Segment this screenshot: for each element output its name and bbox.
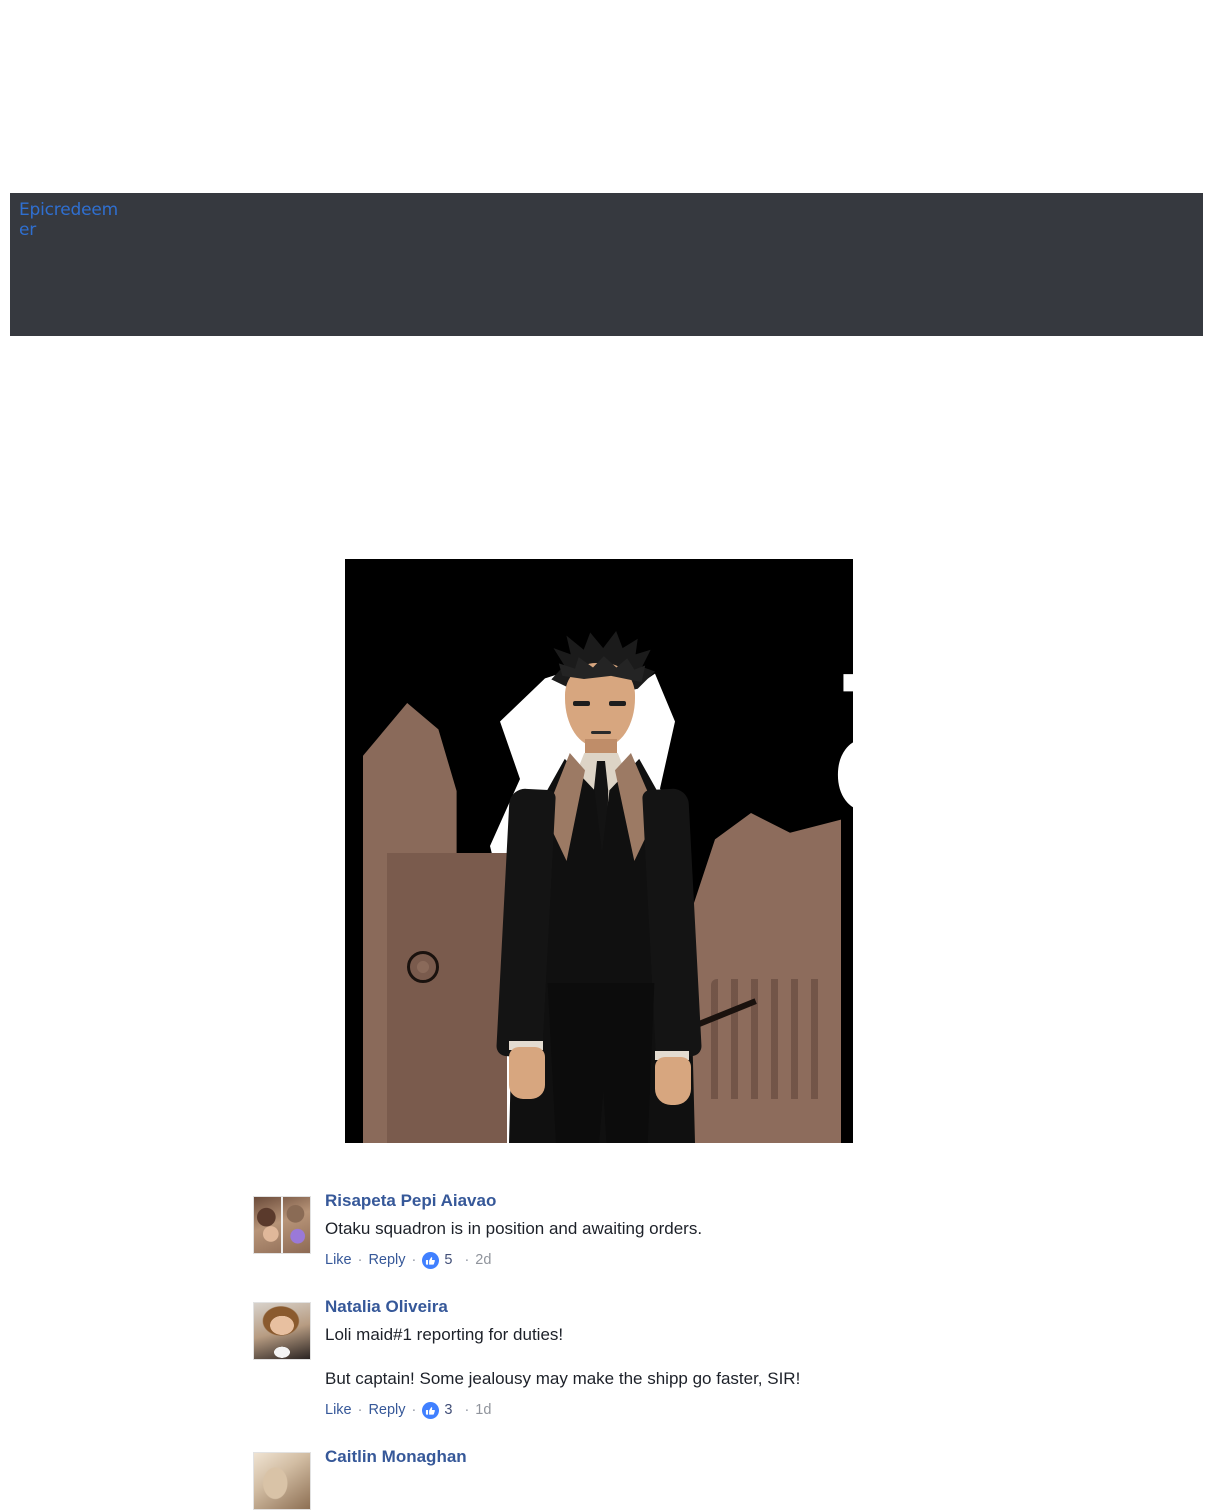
- reply-button[interactable]: Reply: [368, 1400, 405, 1420]
- comment-body-second-line: But captain! Some jealousy may make the …: [325, 1369, 801, 1388]
- avatar[interactable]: [253, 1302, 311, 1360]
- chat-author-name[interactable]: Epicredeemer: [19, 200, 125, 240]
- comment-author-name[interactable]: Risapeta Pepi Aiavao: [325, 1190, 496, 1212]
- comment-actions: Like · Reply · 3 · 1d: [325, 1400, 1193, 1420]
- reply-button[interactable]: Reply: [368, 1250, 405, 1270]
- like-count: 3: [444, 1402, 453, 1418]
- comment-author-name[interactable]: Caitlin Monaghan: [325, 1446, 467, 1468]
- chat-message-bar: Epicredeemer @squigglesjpall forces are …: [10, 193, 1203, 336]
- post-image[interactable]: ㅋㅎ: [345, 559, 853, 1143]
- comment-item: Caitlin Monaghan: [253, 1446, 1193, 1510]
- avatar[interactable]: [253, 1196, 311, 1254]
- hand-right: [655, 1057, 691, 1105]
- like-button[interactable]: Like: [325, 1400, 352, 1420]
- thumbs-up-icon[interactable]: [422, 1251, 440, 1269]
- comment-item: Natalia Oliveira Loli maid#1 reporting f…: [253, 1296, 1193, 1420]
- figure-man-in-suit: [439, 623, 759, 1143]
- action-separator: ·: [464, 1402, 470, 1418]
- eye-right: [609, 701, 626, 706]
- comment-actions: Like · Reply · 5 · 2d: [325, 1250, 1193, 1270]
- thumbs-up-icon[interactable]: [422, 1401, 440, 1419]
- comment-body: Otaku squadron is in position and awaiti…: [325, 1219, 703, 1238]
- avatar[interactable]: [253, 1452, 311, 1510]
- action-separator: ·: [464, 1252, 470, 1268]
- action-separator: ·: [357, 1252, 363, 1268]
- eye-left: [573, 701, 590, 706]
- comment-thread: Risapeta Pepi Aiavao Otaku squadron is i…: [253, 1190, 1193, 1510]
- comment-item: Risapeta Pepi Aiavao Otaku squadron is i…: [253, 1190, 1193, 1270]
- action-separator: ·: [357, 1402, 363, 1418]
- action-separator: ·: [411, 1402, 417, 1418]
- comment-body: Loli maid#1 reporting for duties!: [325, 1325, 564, 1344]
- comment-timestamp[interactable]: 2d: [475, 1250, 491, 1270]
- like-button[interactable]: Like: [325, 1250, 352, 1270]
- trousers: [547, 983, 655, 1143]
- like-count: 5: [444, 1252, 453, 1268]
- mouth: [591, 731, 611, 734]
- avatar-photo: [254, 1303, 310, 1359]
- hand-left: [509, 1047, 545, 1099]
- comment-timestamp[interactable]: 1d: [475, 1400, 491, 1420]
- comment-author-name[interactable]: Natalia Oliveira: [325, 1296, 448, 1318]
- avatar-photo: [254, 1453, 310, 1509]
- pipe-valve-wheel-icon: [407, 951, 439, 983]
- avatar-photo: [254, 1197, 310, 1253]
- action-separator: ·: [411, 1252, 417, 1268]
